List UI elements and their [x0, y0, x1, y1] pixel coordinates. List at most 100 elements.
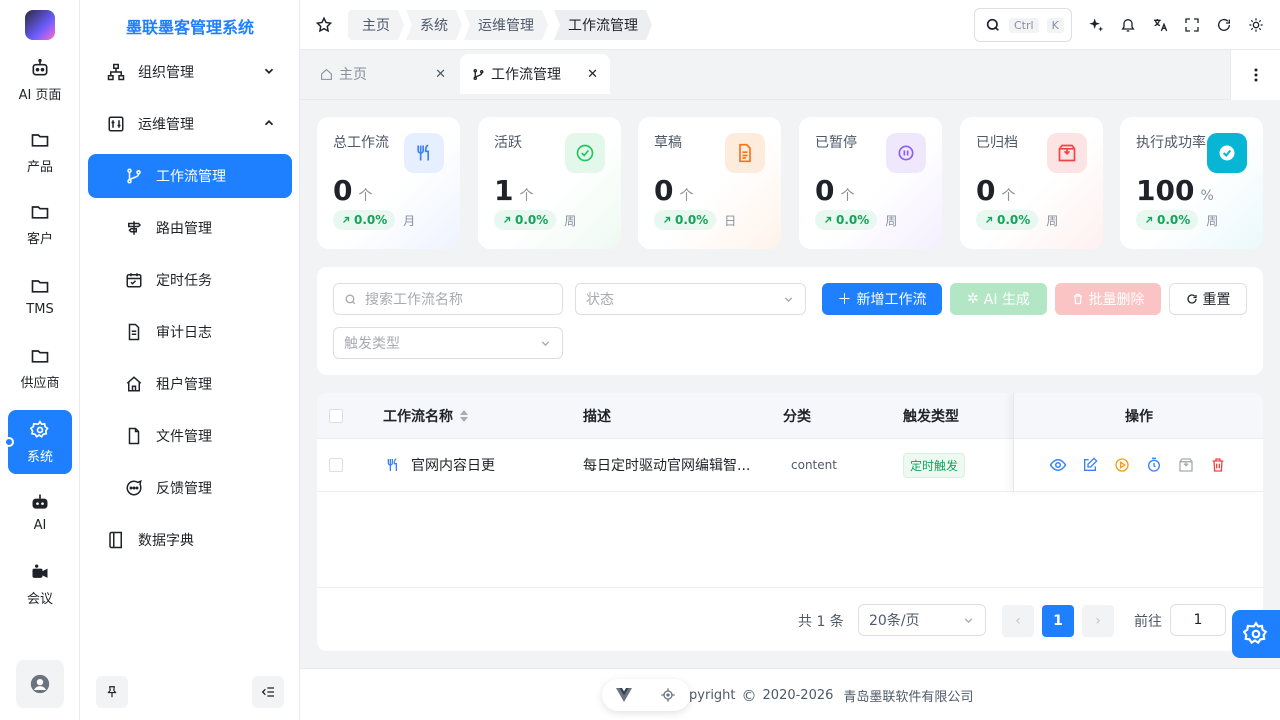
sidebar-item-feedback[interactable]: 反馈管理 [88, 466, 292, 510]
sun-icon[interactable] [1246, 15, 1266, 35]
search-input[interactable]: 搜索工作流名称 [333, 283, 563, 315]
timer-icon[interactable] [1144, 455, 1164, 475]
trend-up-icon [504, 216, 511, 223]
gear-icon [1243, 621, 1269, 647]
page-size-select[interactable]: 20条/页 [858, 604, 986, 636]
fork-knife-icon [385, 457, 401, 473]
archive-icon[interactable] [1176, 455, 1196, 475]
next-page-button[interactable]: › [1082, 605, 1114, 637]
stat-card: 已归档 0 个 0.0% 周 [960, 117, 1103, 249]
stat-period: 周 [1206, 213, 1219, 228]
stat-unit: 个 [519, 188, 534, 204]
breadcrumb-item[interactable]: 主页 [348, 10, 404, 40]
sparkle-icon[interactable] [1086, 15, 1106, 35]
tab-label: 工作流管理 [491, 67, 561, 83]
stat-change: 0.0% [997, 213, 1031, 227]
rail-item-meeting[interactable]: 会议 [8, 552, 72, 616]
pin-icon [105, 685, 119, 699]
star-icon[interactable] [314, 15, 334, 35]
company-name[interactable]: 青岛墨联软件有限公司 [843, 686, 973, 705]
home-icon [124, 374, 144, 394]
trend-up-icon [664, 216, 671, 223]
stat-period: 日 [724, 213, 737, 228]
tabs-more-button[interactable] [1230, 50, 1280, 100]
rail-item-system[interactable]: 系统 [8, 410, 72, 474]
rail-item-label: 产品 [26, 159, 53, 175]
gear-icon [30, 419, 50, 440]
fullscreen-icon[interactable] [1182, 15, 1202, 35]
stat-period: 月 [403, 213, 416, 228]
rail-item-tms[interactable]: TMS [8, 264, 72, 328]
close-icon[interactable]: ✕ [587, 67, 598, 82]
rail-item-label: 客户 [26, 231, 53, 247]
file-icon [124, 426, 144, 446]
reset-button[interactable]: 重置 [1169, 283, 1247, 315]
sidebar-item-org[interactable]: 组织管理 [88, 50, 292, 94]
workflow-table-panel: 工作流名称 描述 分类 触发类型 官网内容日更 每日定时驱动官网编辑智... c… [317, 393, 1263, 651]
goto-page-input[interactable]: 1 [1170, 604, 1226, 636]
goto-label: 前往 [1134, 614, 1162, 630]
app-logo[interactable] [25, 10, 55, 40]
row-checkbox[interactable] [329, 439, 343, 491]
bell-icon[interactable] [1118, 15, 1138, 35]
sidebar-item-files[interactable]: 文件管理 [88, 414, 292, 458]
tab-workflow[interactable]: 工作流管理 ✕ [460, 54, 610, 94]
sort-icon[interactable] [459, 409, 469, 422]
target-icon[interactable] [660, 687, 676, 703]
edit-icon[interactable] [1080, 455, 1100, 475]
copyright-icon: © [741, 686, 757, 705]
add-workflow-button[interactable]: ＋ 新增工作流 [822, 283, 942, 315]
home-icon [320, 68, 333, 81]
refresh-icon[interactable] [1214, 15, 1234, 35]
trash-icon[interactable] [1208, 455, 1228, 475]
sidebar-item-audit[interactable]: 审计日志 [88, 310, 292, 354]
stat-card: 已暂停 0 个 0.0% 周 [799, 117, 942, 249]
rail-item-ai-page[interactable]: AI 页面 [8, 48, 72, 112]
check-circle-icon [565, 133, 605, 173]
page-size-value: 20条/页 [869, 613, 920, 629]
workflow-name[interactable]: 官网内容日更 [411, 455, 495, 475]
sidebar-item-ops[interactable]: 运维管理 [88, 102, 292, 146]
collapse-sidebar-button[interactable] [252, 676, 284, 708]
sidebar-item-tenant[interactable]: 租户管理 [88, 362, 292, 406]
global-search-button[interactable]: Ctrl K [974, 8, 1072, 42]
play-icon[interactable] [1112, 455, 1132, 475]
folder-icon [30, 202, 50, 222]
sidebar-item-routing[interactable]: 路由管理 [88, 206, 292, 250]
ai-generate-button[interactable]: ✲ AI 生成 [950, 283, 1047, 315]
breadcrumb-item[interactable]: 运维管理 [464, 10, 548, 40]
column-header-name[interactable]: 工作流名称 [383, 393, 469, 438]
sidebar-item-cron[interactable]: 定时任务 [88, 258, 292, 302]
trigger-placeholder: 触发类型 [344, 336, 400, 352]
user-avatar[interactable] [16, 660, 64, 708]
prev-page-button[interactable]: ‹ [1002, 605, 1034, 637]
sidebar-item-workflow[interactable]: 工作流管理 [88, 154, 292, 198]
search-placeholder: 搜索工作流名称 [365, 292, 463, 308]
pin-button[interactable] [96, 676, 128, 708]
stat-value: 100 % [1136, 174, 1214, 207]
stat-period: 周 [1046, 213, 1059, 228]
collapse-icon [260, 684, 276, 700]
tab-home[interactable]: 主页 ✕ [308, 54, 458, 94]
select-all-checkbox[interactable] [329, 393, 343, 438]
user-icon [29, 673, 51, 695]
translate-icon[interactable] [1150, 15, 1170, 35]
page-number[interactable]: 1 [1042, 605, 1074, 637]
status-select[interactable]: 状态 [575, 283, 806, 315]
rail-item-customer[interactable]: 客户 [8, 192, 72, 256]
trash-icon [1072, 293, 1084, 305]
view-icon[interactable] [1048, 455, 1068, 475]
rail-item-supplier[interactable]: 供应商 [8, 336, 72, 400]
rail-item-ai[interactable]: AI [8, 480, 72, 544]
sidebar-item-dict[interactable]: 数据字典 [88, 518, 292, 562]
batch-delete-button[interactable]: 批量删除 [1055, 283, 1161, 315]
trigger-type-select[interactable]: 触发类型 [333, 327, 563, 359]
breadcrumb-item[interactable]: 系统 [406, 10, 462, 40]
rail-item-product[interactable]: 产品 [8, 120, 72, 184]
settings-fab[interactable] [1232, 610, 1280, 658]
vue-logo-icon[interactable] [616, 688, 632, 702]
stat-period: 周 [564, 213, 577, 228]
book-icon [106, 530, 126, 550]
breadcrumb-item[interactable]: 工作流管理 [554, 10, 652, 40]
close-icon[interactable]: ✕ [435, 67, 446, 82]
